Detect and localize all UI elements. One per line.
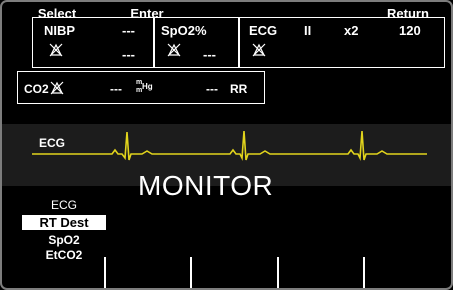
- co2-unit-side: Hg: [142, 82, 153, 91]
- softkey-select[interactable]: Select: [12, 2, 102, 26]
- softkey-3[interactable]: [192, 2, 276, 26]
- menu-item-rt-dest[interactable]: RT Dest: [22, 215, 106, 230]
- co2-label: CO2: [24, 82, 49, 96]
- menu-item-spo2[interactable]: SpO2: [22, 234, 106, 246]
- softkey-divider: [277, 257, 279, 288]
- menu-item-ecg[interactable]: ECG: [22, 199, 106, 211]
- monitor-screen: NIBP --- --- SpO2% --- ECG II x2 120 CO2…: [0, 0, 453, 290]
- rr-label: RR: [230, 82, 248, 96]
- menu-item-etco2[interactable]: EtCO2: [22, 249, 106, 261]
- mode-title: MONITOR: [138, 170, 274, 201]
- co2-value: ---: [110, 82, 122, 96]
- softkey-divider: [363, 257, 365, 288]
- alarm-off-icon: [49, 43, 63, 57]
- softkey-4[interactable]: [279, 2, 363, 26]
- alarm-off-icon: [252, 43, 266, 57]
- rr-value: ---: [206, 82, 218, 96]
- spo2-value: ---: [203, 47, 216, 62]
- alarm-off-icon: [167, 43, 181, 57]
- softkey-return[interactable]: Return: [365, 2, 451, 26]
- alarm-off-icon: [50, 81, 64, 95]
- nibp-secondary-value: ---: [122, 47, 135, 62]
- softkey-divider: [104, 257, 106, 288]
- softkey-enter[interactable]: Enter: [105, 2, 189, 26]
- softkey-divider: [190, 257, 192, 288]
